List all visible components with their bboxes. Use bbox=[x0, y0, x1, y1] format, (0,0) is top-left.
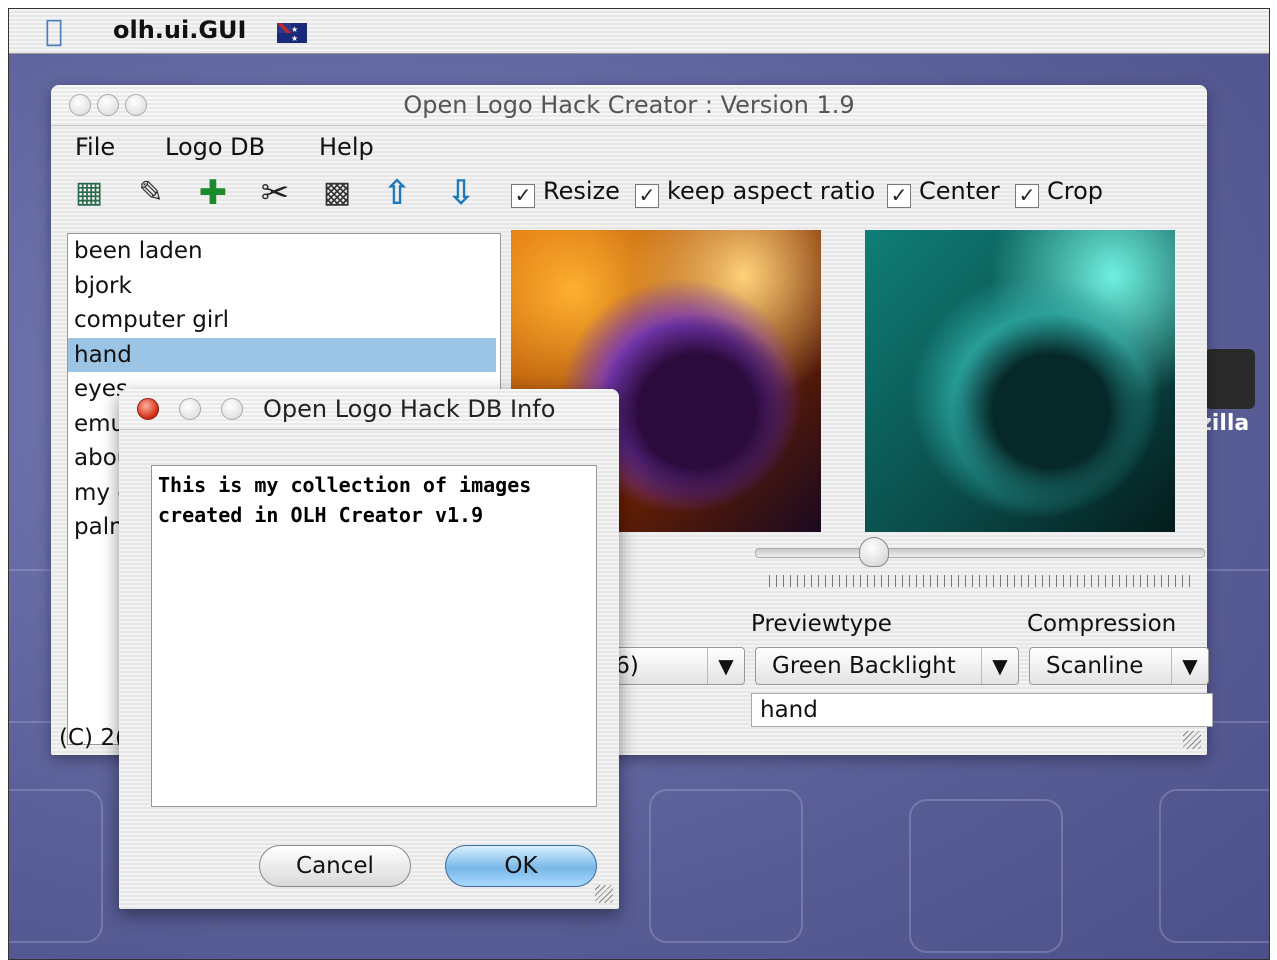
db-info-textarea[interactable]: This is my collection of images created … bbox=[151, 465, 597, 807]
desktop-pattern bbox=[9, 789, 103, 943]
checkbox-label: Resize bbox=[543, 177, 620, 205]
desktop-pattern bbox=[649, 789, 803, 943]
check-icon: ✓ bbox=[511, 184, 535, 208]
move-down-icon[interactable]: ⇩ bbox=[441, 173, 481, 213]
slider-thumb[interactable] bbox=[859, 537, 889, 567]
dropdown-arrow-icon: ▼ bbox=[1171, 648, 1208, 684]
logo-name-field[interactable]: hand bbox=[751, 693, 1213, 727]
crop-checkbox[interactable]: ✓ Crop bbox=[1015, 177, 1103, 208]
check-icon: ✓ bbox=[887, 184, 911, 208]
list-item[interactable]: computer girl bbox=[68, 303, 500, 338]
keyboard-flag-icon[interactable] bbox=[277, 23, 307, 43]
resize-checkbox[interactable]: ✓ Resize bbox=[511, 177, 620, 208]
menu-logo-db[interactable]: Logo DB bbox=[165, 133, 265, 161]
close-icon[interactable] bbox=[137, 398, 159, 420]
move-up-icon[interactable]: ⇧ bbox=[377, 173, 417, 213]
app-menu[interactable]: olh.ui.GUI bbox=[113, 16, 246, 44]
checkbox-label: Crop bbox=[1047, 177, 1104, 205]
edit-icon[interactable]: ✎ bbox=[131, 173, 171, 213]
system-menubar:  olh.ui.GUI bbox=[9, 9, 1269, 54]
toolbar: ▦ ✎ ✚ ✂ ▩ ⇧ ⇩ ✓ Resize ✓ keep aspect ratio… bbox=[51, 173, 1207, 217]
menu-file[interactable]: File bbox=[75, 133, 115, 161]
mozilla-icon[interactable] bbox=[1205, 349, 1255, 409]
menu-help[interactable]: Help bbox=[319, 133, 374, 161]
app-menu-bar: File Logo DB Help bbox=[51, 127, 1207, 167]
previewtype-select[interactable]: Green Backlight ▼ bbox=[755, 647, 1019, 685]
copyright-text: (C) 2( bbox=[59, 725, 124, 751]
apple-icon[interactable]:  bbox=[45, 15, 79, 49]
paste-icon[interactable]: ▩ bbox=[317, 173, 357, 213]
dialog-titlebar[interactable]: Open Logo Hack DB Info bbox=[119, 389, 619, 430]
cut-icon[interactable]: ✂ bbox=[255, 173, 295, 213]
list-item-selected[interactable]: hand bbox=[68, 337, 496, 372]
dropdown-arrow-icon: ▼ bbox=[707, 648, 744, 684]
window-title: Open Logo Hack Creator : Version 1.9 bbox=[403, 91, 855, 119]
checkbox-label: keep aspect ratio bbox=[667, 177, 876, 205]
desktop-pattern bbox=[1159, 789, 1269, 943]
zoom-icon[interactable] bbox=[221, 398, 243, 420]
new-icon[interactable]: ▦ bbox=[69, 173, 109, 213]
ok-button[interactable]: OK bbox=[445, 845, 597, 887]
db-info-dialog: Open Logo Hack DB Info This is my collec… bbox=[119, 389, 619, 909]
cancel-button[interactable]: Cancel bbox=[259, 845, 411, 887]
screen: zilla  olh.ui.GUI Open Logo Hack Creato… bbox=[8, 8, 1270, 960]
threshold-slider[interactable] bbox=[755, 548, 1205, 558]
preview-image bbox=[865, 230, 1175, 532]
slider-ticks bbox=[769, 575, 1193, 587]
add-icon[interactable]: ✚ bbox=[193, 173, 233, 213]
window-titlebar[interactable]: Open Logo Hack Creator : Version 1.9 bbox=[51, 85, 1207, 126]
keep-aspect-checkbox[interactable]: ✓ keep aspect ratio bbox=[635, 177, 875, 208]
check-icon: ✓ bbox=[1015, 184, 1039, 208]
list-item[interactable]: bjork bbox=[68, 269, 500, 304]
previewtype-label: Previewtype bbox=[751, 611, 892, 637]
checkbox-label: Center bbox=[919, 177, 1000, 205]
center-checkbox[interactable]: ✓ Center bbox=[887, 177, 1000, 208]
dialog-title: Open Logo Hack DB Info bbox=[263, 395, 556, 423]
dropdown-arrow-icon: ▼ bbox=[981, 648, 1018, 684]
previewtype-value: Green Backlight bbox=[772, 653, 956, 679]
check-icon: ✓ bbox=[635, 184, 659, 208]
resize-grip-icon[interactable] bbox=[1183, 731, 1201, 749]
compression-label: Compression bbox=[1027, 611, 1177, 637]
resize-grip-icon[interactable] bbox=[595, 885, 613, 903]
compression-value: Scanline bbox=[1046, 653, 1144, 679]
compression-select[interactable]: Scanline ▼ bbox=[1029, 647, 1209, 685]
list-item[interactable]: been laden bbox=[68, 234, 500, 269]
minimize-icon[interactable] bbox=[179, 398, 201, 420]
desktop-pattern bbox=[909, 799, 1063, 953]
